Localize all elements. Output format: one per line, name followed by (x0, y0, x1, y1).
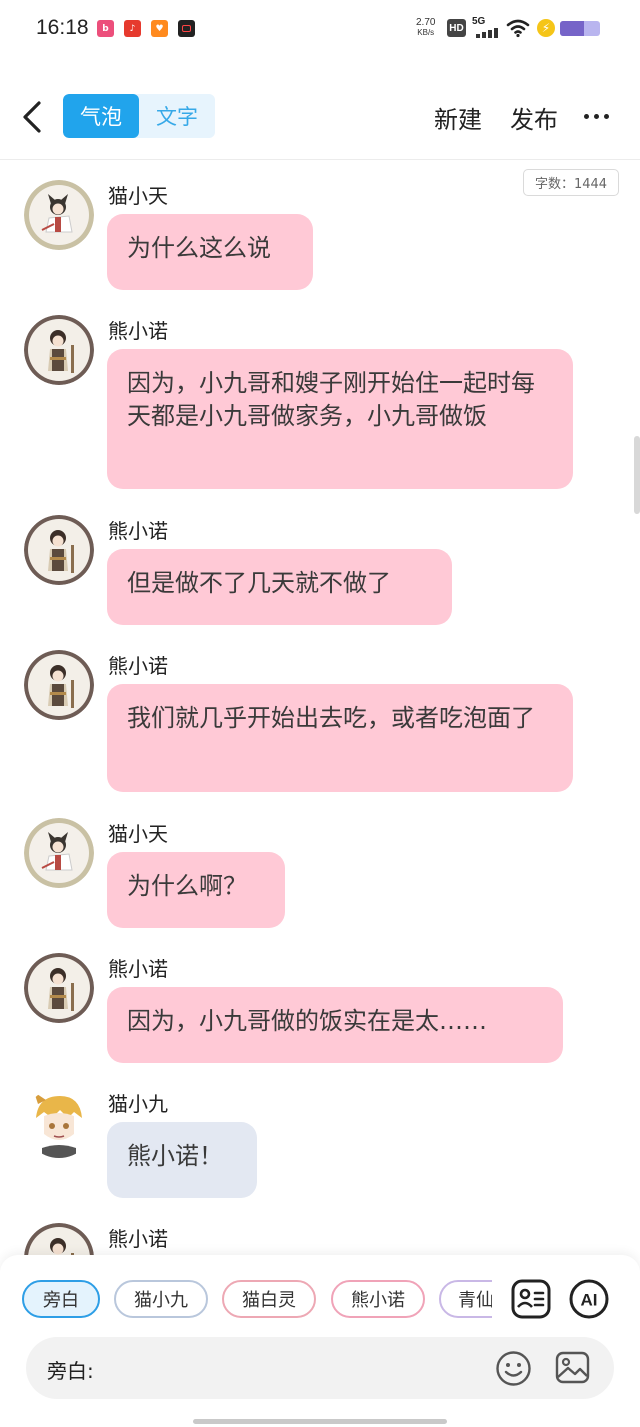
avatar[interactable] (24, 650, 94, 720)
status-time: 16:18 (36, 16, 89, 39)
message-bubble[interactable]: 为什么这么说 (107, 214, 313, 290)
word-count-badge: 字数：1444 (523, 169, 619, 196)
ai-label: AI (581, 1291, 598, 1310)
message-bubble[interactable]: 为什么啊？ (107, 852, 285, 928)
bilibili-app-icon: b (97, 20, 114, 37)
ai-button[interactable]: AI (568, 1278, 610, 1320)
avatar-xiong-xiaonuo (24, 650, 94, 720)
header: 气泡 文字 新建 发布 (0, 86, 640, 148)
avatar-xiong-xiaonuo (24, 1223, 94, 1255)
sender-name: 熊小诺 (108, 1227, 168, 1251)
avatar-mao-xiaojiu (24, 1088, 94, 1158)
net-speed-unit: KB/s (417, 28, 435, 37)
battery-icon (560, 21, 600, 36)
tab-text[interactable]: 文字 (139, 94, 215, 138)
character-chips: 旁白 猫小九 猫白灵 熊小诺 青仙 (22, 1280, 492, 1320)
chip-narrator[interactable]: 旁白 (22, 1280, 100, 1318)
home-indicator[interactable] (193, 1419, 447, 1424)
back-arrow-icon[interactable] (18, 98, 48, 136)
avatar-xiong-xiaonuo (24, 953, 94, 1023)
sender-name: 熊小诺 (108, 519, 168, 543)
avatar-mao-xiaotian (24, 180, 94, 250)
chip-character[interactable]: 猫白灵 (222, 1280, 316, 1318)
sender-name: 熊小诺 (108, 319, 168, 343)
avatar-xiong-xiaonuo (24, 315, 94, 385)
sender-name: 熊小诺 (108, 654, 168, 678)
avatar-xiong-xiaonuo (24, 515, 94, 585)
bottom-panel: 旁白 猫小九 猫白灵 熊小诺 青仙 AI 旁白: (0, 1255, 640, 1427)
message-bubble[interactable]: 因为，小九哥做的饭实在是太…… (107, 987, 563, 1063)
listen-app-icon: ♪ (124, 20, 141, 37)
character-card-icon[interactable] (510, 1278, 552, 1320)
message-bubble[interactable]: 我们就几乎开始出去吃，或者吃泡面了 (107, 684, 573, 792)
mode-toggle: 气泡 文字 (63, 94, 215, 138)
chip-character[interactable]: 青仙 (439, 1280, 492, 1318)
avatar-mao-xiaotian (24, 818, 94, 888)
input-role-label: 旁白: (47, 1359, 94, 1383)
image-icon[interactable] (554, 1349, 591, 1386)
message-input[interactable]: 旁白: (26, 1337, 614, 1399)
more-options-icon[interactable] (584, 114, 609, 119)
red-app-icon: ♥ (151, 20, 168, 37)
chip-character[interactable]: 熊小诺 (331, 1280, 425, 1318)
sender-name: 猫小天 (108, 184, 168, 208)
chip-character[interactable]: 猫小九 (114, 1280, 208, 1318)
avatar[interactable] (24, 818, 94, 888)
sender-name: 猫小天 (108, 822, 168, 846)
publish-button[interactable]: 发布 (510, 100, 558, 135)
emoji-icon[interactable] (495, 1350, 532, 1387)
message-bubble[interactable]: 因为，小九哥和嫂子刚开始住一起时每天都是小九哥做家务，小九哥做饭 (107, 349, 573, 489)
message-bubble[interactable]: 熊小诺！ (107, 1122, 257, 1198)
wifi-icon (506, 19, 530, 38)
avatar[interactable] (24, 315, 94, 385)
tab-bubble[interactable]: 气泡 (63, 94, 139, 138)
scrollbar[interactable] (634, 436, 640, 514)
chat-area[interactable]: 字数：1444 猫小天 为什么这么说 熊小诺 因为，小九哥和嫂子刚开始住一起时每… (0, 160, 640, 1255)
avatar[interactable] (24, 180, 94, 250)
avatar[interactable] (24, 515, 94, 585)
status-bar: 16:18 b ♪ ♥ 2.70 KB/s HD 5G ⚡ (0, 0, 640, 58)
hd-icon: HD (447, 19, 466, 37)
signal-icon: 5G (472, 16, 502, 38)
avatar[interactable] (24, 1088, 94, 1158)
camera-app-icon (178, 20, 195, 37)
avatar[interactable] (24, 1223, 94, 1255)
charging-icon: ⚡ (537, 19, 555, 37)
network-type: 5G (472, 16, 486, 27)
message-bubble[interactable]: 但是做不了几天就不做了 (107, 549, 452, 625)
sender-name: 熊小诺 (108, 957, 168, 981)
avatar[interactable] (24, 953, 94, 1023)
sender-name: 猫小九 (108, 1092, 168, 1116)
new-button[interactable]: 新建 (434, 100, 482, 135)
net-speed-value: 2.70 (416, 17, 436, 28)
net-speed: 2.70 KB/s (416, 18, 435, 38)
